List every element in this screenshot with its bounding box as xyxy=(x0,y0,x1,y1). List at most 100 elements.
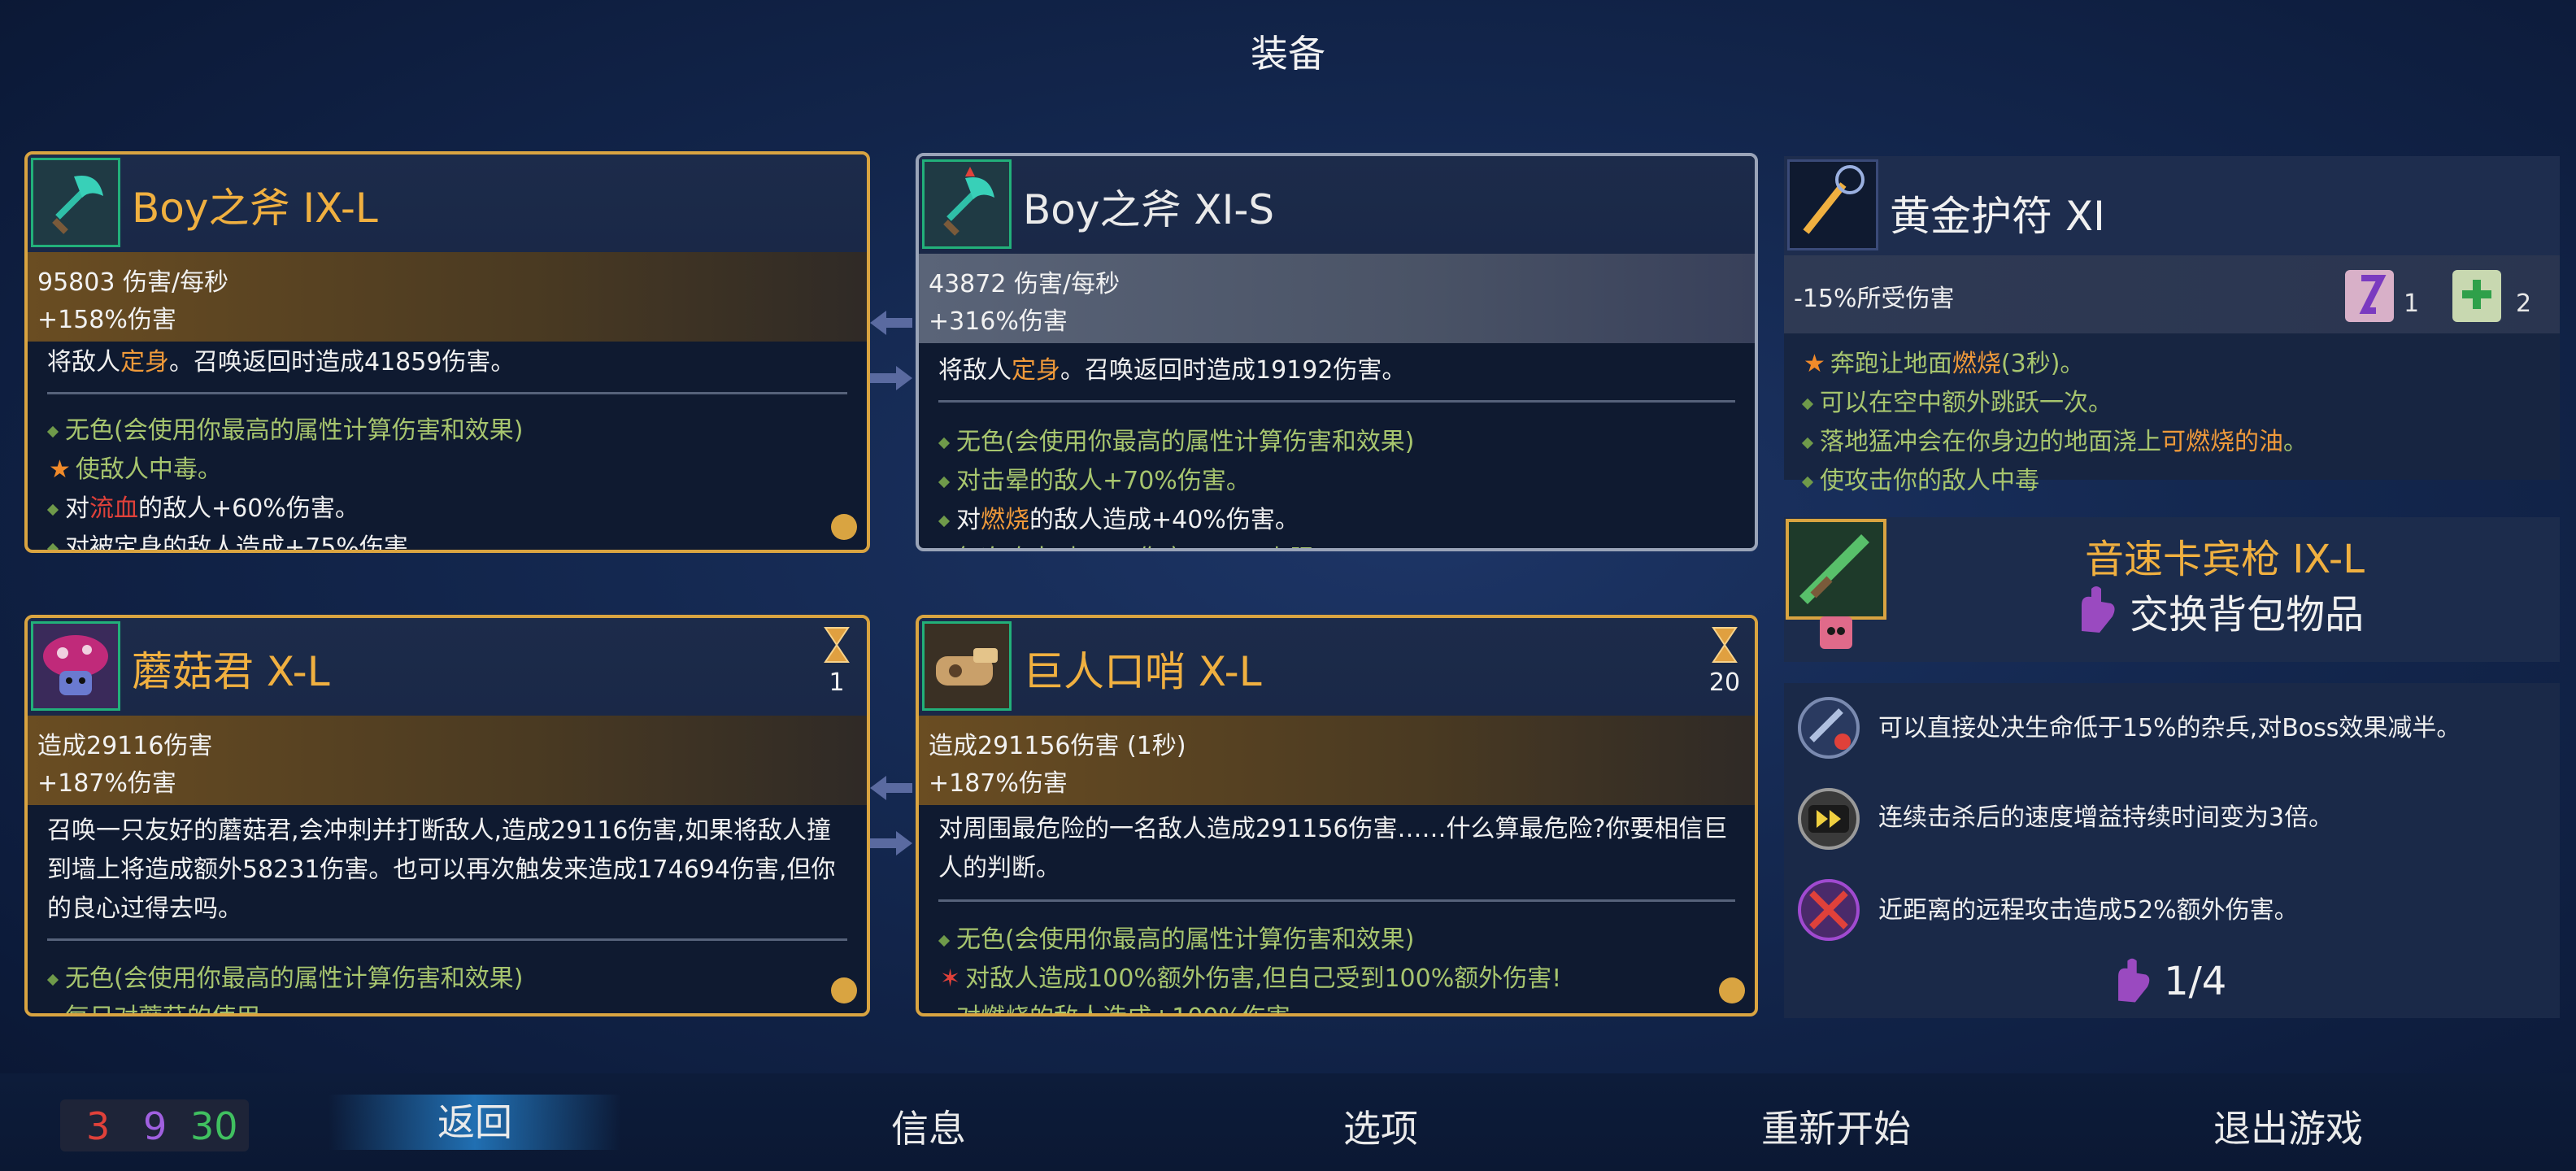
mutation-row[interactable]: 近距离的远程攻击造成52%额外伤害。 xyxy=(1784,865,2560,955)
mutation-row[interactable]: 可以直接处决生命低于15%的杂兵,对Boss效果减半。 xyxy=(1784,683,2560,773)
skull-badge-icon xyxy=(1817,613,1856,652)
amulet-name: 黄金护符 XI xyxy=(1890,193,2105,240)
backpack-slots: 1/4 xyxy=(2106,955,2226,1012)
affix-extra: 每日对蘑菇的使用… xyxy=(46,997,285,1013)
damage-bonus-stat: +187%伤害 xyxy=(929,769,1068,798)
scroll-of-brutality-icon xyxy=(2337,262,2402,327)
damage-stat: 造成29116伤害 xyxy=(37,732,213,760)
mushroom-icon xyxy=(31,621,120,711)
survival-count: 30 xyxy=(190,1104,238,1148)
skill-card-mushroom[interactable]: 蘑菇君 X-L 1 造成29116伤害 +187%伤害 召唤一只友好的蘑菇君,会… xyxy=(24,615,870,1016)
swap-left-arrow-icon xyxy=(870,776,912,800)
backpack-slots-value: 1/4 xyxy=(2164,959,2227,1004)
affix-stack: 每次攻击时+1%伤害(200%上限) xyxy=(940,538,1324,548)
item-name: Boy之斧 XI-S xyxy=(1023,186,1275,233)
swap-backpack-label: 交换背包物品 xyxy=(2130,592,2365,638)
speed-mutation-icon xyxy=(1792,782,1865,855)
divider xyxy=(47,938,847,941)
skill-card-whistle[interactable]: 巨人口哨 X-L 20 造成291156伤害 (1秒) +187%伤害 对周围最… xyxy=(916,615,1758,1016)
divider xyxy=(938,899,1735,902)
dps-stat: 95803 伤害/每秒 xyxy=(37,268,229,297)
affix-bleed: 对流血的敌人+60%伤害。 xyxy=(46,488,359,524)
backpack-panel[interactable]: 音速卡宾枪 IX-L 交换背包物品 xyxy=(1784,517,2560,662)
affix-curse: ✶ 对敌人造成100%额外伤害,但自己受到100%额外伤害! xyxy=(940,964,1562,993)
swap-right-arrow-icon xyxy=(870,366,912,390)
affix-stun: 对击晕的敌人+70%伤害。 xyxy=(938,460,1251,496)
affix-colorless: 无色(会使用你最高的属性计算伤害和效果) xyxy=(938,919,1414,955)
damage-bonus-stat: +187%伤害 xyxy=(37,769,176,798)
swap-left-arrow-icon xyxy=(870,311,912,335)
affix-burn: 对燃烧的敌人造成+100%伤害 xyxy=(938,997,1290,1013)
mutations-panel: 可以直接处决生命低于15%的杂兵,对Boss效果减半。 连续击杀后的速度增益持续… xyxy=(1784,683,2560,1018)
damage-bonus-stat: +316%伤害 xyxy=(929,307,1068,336)
screen-title: 装备 xyxy=(1251,32,1325,76)
stats-band: 造成291156伤害 (1秒) +187%伤害 xyxy=(919,716,1755,805)
item-name: 巨人口哨 X-L xyxy=(1023,648,1262,695)
scroll1-count: 1 xyxy=(2404,289,2420,318)
item-description: 对周围最危险的一名敌人造成291156伤害……什么算最危险?你要相信巨人的判断。 xyxy=(938,815,1728,882)
amulet-affix-burn: ★ 奔跑让地面燃烧(3秒)。 xyxy=(1804,350,2085,378)
amulet-affix-jump: 可以在空中额外跳跃一次。 xyxy=(1801,382,2113,418)
stats-band: 43872 伤害/每秒 +316%伤害 xyxy=(919,254,1755,343)
glove-icon xyxy=(2118,958,2150,1003)
stats-band: 造成29116伤害 +187%伤害 xyxy=(28,716,867,805)
tactics-count: 9 xyxy=(143,1104,168,1148)
back-button[interactable]: 返回 xyxy=(329,1095,621,1150)
mutation-text: 可以直接处决生命低于15%的杂兵,对Boss效果减半。 xyxy=(1878,714,2461,742)
restart-button[interactable]: 重新开始 xyxy=(1690,1099,1982,1153)
item-description: 召唤一只友好的蘑菇君,会冲刺并打断敌人,造成29116伤害,如果将敌人撞到墙上将… xyxy=(47,816,836,923)
swap-right-arrow-icon xyxy=(870,831,912,855)
damage-bonus-stat: +158%伤害 xyxy=(37,306,176,334)
damage-reduction-stat: -15%所受伤害 xyxy=(1794,285,1955,313)
item-description: 将敌人定身。召唤返回时造成41859伤害。 xyxy=(47,348,516,377)
affix-poison: ★ 使敌人中毒。 xyxy=(49,455,222,484)
brutality-count: 3 xyxy=(86,1104,111,1148)
affix-colorless: 无色(会使用你最高的属性计算伤害和效果) xyxy=(46,958,523,994)
affix-colorless: 无色(会使用你最高的属性计算伤害和效果) xyxy=(46,410,523,446)
carbine-icon xyxy=(1786,519,1886,620)
affix-root: 对被定身的敌人造成+75%伤害 xyxy=(46,527,408,550)
amulet-panel[interactable]: 黄金护符 XI -15%所受伤害 1 2 ★ 奔跑让地面燃烧(3秒)。 可以在空中… xyxy=(1784,156,2560,495)
divider xyxy=(47,392,847,394)
hourglass-icon xyxy=(824,627,850,663)
mutation-row[interactable]: 连续击杀后的速度增益持续时间变为3倍。 xyxy=(1784,774,2560,864)
item-name: 蘑菇君 X-L xyxy=(132,648,330,695)
cooldown-value: 1 xyxy=(829,668,845,697)
amulet-affix-oil: 落地猛冲会在你身边的地面浇上可燃烧的油。 xyxy=(1801,421,2308,457)
axe-icon xyxy=(31,158,120,247)
quit-game-button[interactable]: 退出游戏 xyxy=(2142,1099,2435,1153)
stats-band: 95803 伤害/每秒 +158%伤害 xyxy=(28,252,867,342)
execution-mutation-icon xyxy=(1792,691,1865,764)
scroll2-count: 2 xyxy=(2516,289,2532,318)
stat-counter: 3 9 30 xyxy=(60,1099,249,1151)
item-description: 将敌人定身。召唤返回时造成19192伤害。 xyxy=(938,356,1407,385)
amulet-icon xyxy=(1787,159,1878,250)
hourglass-icon xyxy=(1712,627,1738,663)
backpack-weapon-name: 音速卡宾枪 IX-L xyxy=(2085,537,2365,582)
amulet-affix-poison: 使攻击你的敌人中毒 xyxy=(1801,460,2039,496)
equipped-weapon-card[interactable]: Boy之斧 IX-L 95803 伤害/每秒 +158%伤害 将敌人定身。召唤返… xyxy=(24,151,870,553)
whistle-icon xyxy=(922,621,1012,711)
affix-colorless: 无色(会使用你最高的属性计算伤害和效果) xyxy=(938,421,1414,457)
dps-stat: 43872 伤害/每秒 xyxy=(929,270,1120,298)
mutation-text: 近距离的远程攻击造成52%额外伤害。 xyxy=(1878,896,2299,925)
swap-backpack-button[interactable]: 交换背包物品 xyxy=(2069,582,2364,641)
affix-burn: 对燃烧的敌人造成+40%伤害。 xyxy=(938,499,1299,535)
mutation-text: 连续击杀后的速度增益持续时间变为3倍。 xyxy=(1878,803,2334,832)
cooldown-indicator: 1 xyxy=(818,625,855,697)
glove-icon xyxy=(2082,586,2115,633)
axe-icon xyxy=(922,159,1012,249)
item-name: Boy之斧 IX-L xyxy=(132,185,378,232)
options-button[interactable]: 选项 xyxy=(1234,1099,1527,1153)
alternate-weapon-card[interactable]: Boy之斧 XI-S 43872 伤害/每秒 +316%伤害 将敌人定身。召唤返… xyxy=(916,153,1758,551)
divider xyxy=(938,400,1735,403)
point-blank-mutation-icon xyxy=(1792,873,1865,947)
info-button[interactable]: 信息 xyxy=(782,1099,1075,1153)
cooldown-indicator: 20 xyxy=(1706,625,1743,697)
gold-corner-ornament xyxy=(805,951,862,1008)
damage-stat: 造成291156伤害 (1秒) xyxy=(929,732,1186,760)
cooldown-value: 20 xyxy=(1708,668,1741,697)
gold-corner-ornament xyxy=(1693,951,1750,1008)
scroll-of-survival-icon xyxy=(2444,262,2509,327)
gold-corner-ornament xyxy=(805,488,862,545)
